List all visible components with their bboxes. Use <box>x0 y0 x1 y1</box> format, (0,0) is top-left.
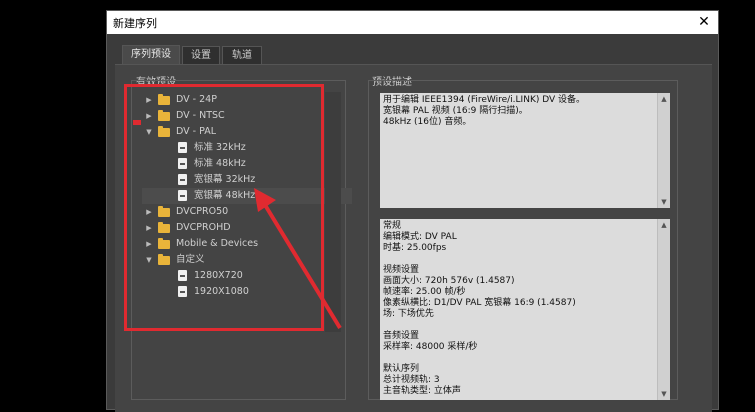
annotation-highlight-box <box>124 84 324 331</box>
description-scrollbar[interactable]: ▲ ▼ <box>657 93 670 208</box>
dialog-title: 新建序列 <box>113 17 157 30</box>
detail-line: 视频设置 <box>383 265 420 275</box>
preset-list-scrollbar[interactable] <box>325 92 341 332</box>
detail-line <box>383 320 667 331</box>
detail-line: 采样率: 48000 采样/秒 <box>383 342 478 352</box>
detail-line: 帧速率: 25.00 帧/秒 <box>383 287 466 297</box>
detail-line: 时基: 25.00fps <box>383 243 447 253</box>
detail-line: 画面大小: 720h 576v (1.4587) <box>383 276 515 286</box>
scroll-down-icon[interactable]: ▼ <box>658 196 670 208</box>
title-bar: 新建序列 ✕ <box>107 11 718 34</box>
description-line: 48kHz (16位) 音频。 <box>383 117 472 127</box>
detail-line: 场: 下场优先 <box>383 309 434 319</box>
tab-sequence-presets[interactable]: 序列预设 <box>122 45 180 65</box>
details-scrollbar[interactable]: ▲ ▼ <box>657 219 670 400</box>
preset-description-box: 用于编辑 IEEE1394 (FireWire/i.LINK) DV 设备。 宽… <box>380 93 670 208</box>
scroll-up-icon[interactable]: ▲ <box>658 93 670 105</box>
detail-line <box>383 353 667 364</box>
description-line: 用于编辑 IEEE1394 (FireWire/i.LINK) DV 设备。 <box>383 95 586 105</box>
scroll-up-icon[interactable]: ▲ <box>658 219 670 231</box>
scroll-down-icon[interactable]: ▼ <box>658 388 670 400</box>
close-icon[interactable]: ✕ <box>694 13 714 31</box>
detail-line: 音频设置 <box>383 331 420 341</box>
detail-line: 默认序列 <box>383 364 420 374</box>
detail-line: 总计视频轨: 3 <box>383 375 440 385</box>
tab-tracks[interactable]: 轨道 <box>222 46 262 64</box>
annotation-tick <box>133 120 141 125</box>
detail-line <box>383 254 667 265</box>
detail-line: 主音轨类型: 立体声 <box>383 386 461 396</box>
detail-line: 像素纵横比: D1/DV PAL 宽银幕 16:9 (1.4587) <box>383 298 576 308</box>
tab-settings[interactable]: 设置 <box>182 46 220 64</box>
detail-line: 常规 <box>383 221 402 231</box>
description-line: 宽银幕 PAL 视频 (16:9 隔行扫描)。 <box>383 106 528 116</box>
detail-line: 编辑模式: DV PAL <box>383 232 457 242</box>
preset-details-box: 常规 编辑模式: DV PAL 时基: 25.00fps 视频设置 画面大小: 7… <box>380 219 670 400</box>
